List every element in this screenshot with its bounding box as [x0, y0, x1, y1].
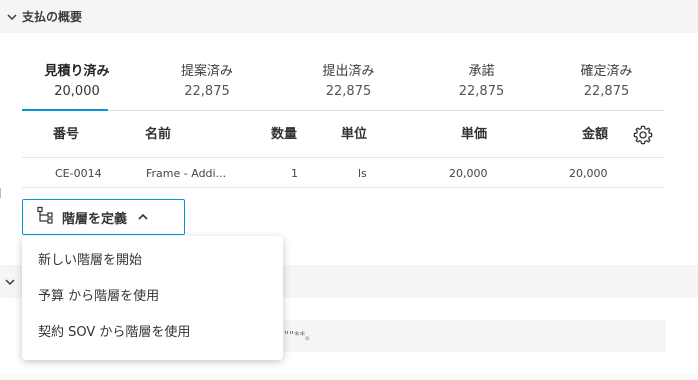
payment-summary-header[interactable]: 支払の概要 — [0, 0, 698, 33]
bottom-strip — [0, 374, 698, 380]
cell-name: Frame - Addi... — [146, 167, 227, 180]
section-title: 支払の概要 — [22, 10, 83, 24]
resize-handle — [0, 188, 3, 198]
table-header: 番号 名前 数量 単位 単価 金額 — [22, 112, 665, 158]
column-header-number[interactable]: 番号 — [53, 112, 79, 158]
tab-value: 22,875 — [184, 84, 230, 99]
field-text: ""**。 — [284, 329, 317, 342]
chevron-down-icon[interactable] — [4, 273, 16, 292]
column-header-price[interactable]: 単価 — [461, 112, 487, 158]
menu-item-new-hierarchy[interactable]: 新しい階層を開始 — [22, 243, 283, 279]
chevron-down-icon[interactable] — [4, 9, 20, 25]
tab-value: 22,875 — [325, 84, 372, 99]
cell-unit: ls — [358, 167, 367, 180]
cell-price: 20,000 — [449, 167, 488, 180]
cell-amount: 20,000 — [569, 167, 608, 180]
cell-number: CE-0014 — [55, 167, 102, 180]
tab-estimated[interactable]: 見積り済み 20,000 — [22, 62, 132, 111]
tab-value: 22,875 — [458, 84, 505, 99]
column-header-qty[interactable]: 数量 — [271, 112, 297, 158]
status-tabs: 見積り済み 20,000 提案済み 22,875 提出済み 22,875 承諾 … — [22, 62, 665, 111]
table-row[interactable]: CE-0014 Frame - Addi... 1 ls 20,000 20,0… — [22, 159, 665, 188]
tab-label: 提案済み — [180, 64, 233, 79]
menu-item-use-sov-hierarchy[interactable]: 契約 SOV から階層を使用 — [22, 315, 283, 351]
tab-approved[interactable]: 承諾 22,875 — [415, 62, 548, 110]
column-header-amount[interactable]: 金額 — [582, 112, 608, 158]
tab-label: 提出済み — [322, 64, 375, 79]
define-hierarchy-label: 階層を定義 — [62, 211, 128, 227]
hierarchy-icon — [36, 206, 54, 228]
tab-label: 承諾 — [468, 64, 495, 79]
tab-label: 見積り済み — [44, 64, 110, 79]
tab-value: 22,875 — [583, 84, 630, 99]
tab-value: 20,000 — [54, 84, 100, 99]
gear-icon[interactable] — [632, 124, 654, 146]
tab-label: 確定済み — [580, 64, 633, 79]
text-field[interactable] — [284, 320, 666, 352]
column-header-name[interactable]: 名前 — [145, 112, 171, 158]
column-header-unit[interactable]: 単位 — [341, 112, 367, 158]
cell-qty: 1 — [291, 167, 298, 180]
menu-item-use-budget-hierarchy[interactable]: 予算 から階層を使用 — [22, 279, 283, 315]
tab-submitted[interactable]: 提出済み 22,875 — [282, 62, 415, 110]
chevron-up-icon — [137, 208, 149, 227]
tab-proposed[interactable]: 提案済み 22,875 — [132, 62, 282, 110]
tab-committed[interactable]: 確定済み 22,875 — [548, 62, 665, 110]
define-hierarchy-button[interactable]: 階層を定義 — [22, 199, 185, 235]
hierarchy-dropdown-menu: 新しい階層を開始 予算 から階層を使用 契約 SOV から階層を使用 — [22, 236, 283, 360]
